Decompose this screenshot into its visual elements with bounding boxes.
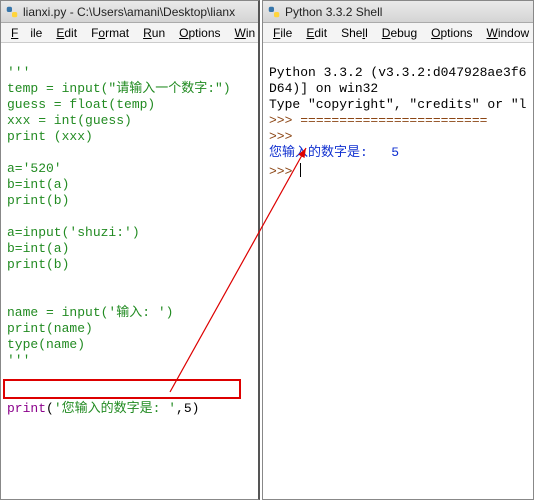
code-line: b=int(a) — [7, 177, 69, 192]
code-line: b=int(a) — [7, 241, 69, 256]
menu-shell[interactable]: Shell — [335, 26, 374, 40]
code-line: temp = input("请输入一个数字:") — [7, 81, 231, 96]
code-line: name = input('输入: ') — [7, 305, 173, 320]
text-cursor — [300, 163, 301, 177]
menu-edit[interactable]: Edit — [300, 26, 333, 40]
shell-prompt: >>> — [269, 113, 300, 128]
shell-window: Python 3.3.2 Shell File Edit Shell Debug… — [262, 0, 534, 500]
shell-divider: ======================== — [300, 113, 487, 128]
code-token-rest: ,5) — [176, 401, 199, 416]
editor-window: lianxi.py - C:\Users\amani\Desktop\lianx… — [0, 0, 260, 500]
shell-line: Type "copyright", "credits" or "l — [269, 97, 526, 112]
shell-titlebar[interactable]: Python 3.3.2 Shell — [263, 1, 533, 23]
code-line: print(name) — [7, 321, 93, 336]
highlight-box — [3, 379, 241, 399]
editor-code[interactable]: ''' temp = input("请输入一个数字:") guess = flo… — [1, 43, 258, 499]
shell-prompt: >>> — [269, 164, 300, 179]
shell-output-label: 您输入的数字是: — [269, 145, 376, 160]
code-line: xxx = int(guess) — [7, 113, 132, 128]
code-token-print: print — [7, 401, 46, 416]
menu-options[interactable]: Options — [425, 26, 478, 40]
menu-file[interactable]: File — [267, 26, 298, 40]
menu-window[interactable]: Window — [481, 26, 534, 40]
code-line: a='520' — [7, 161, 62, 176]
code-line: a=input('shuzi:') — [7, 225, 140, 240]
shell-line: Python 3.3.2 (v3.3.2:d047928ae3f6 — [269, 65, 526, 80]
shell-output[interactable]: Python 3.3.2 (v3.3.2:d047928ae3f6 D64)] … — [263, 43, 533, 499]
menu-edit[interactable]: Edit — [50, 26, 83, 40]
editor-menubar: File Edit Format Run Options Win — [1, 23, 258, 43]
code-line: print(b) — [7, 193, 69, 208]
shell-menubar: File Edit Shell Debug Options Window — [263, 23, 533, 43]
menu-run[interactable]: Run — [137, 26, 171, 40]
menu-format[interactable]: Format — [85, 26, 135, 40]
code-line: guess = float(temp) — [7, 97, 155, 112]
menu-file[interactable]: File — [5, 26, 48, 40]
code-token-paren: ( — [46, 401, 54, 416]
python-icon — [5, 5, 19, 19]
shell-line: D64)] on win32 — [269, 81, 378, 96]
code-line: ''' — [7, 65, 30, 80]
editor-titlebar[interactable]: lianxi.py - C:\Users\amani\Desktop\lianx — [1, 1, 258, 23]
menu-window[interactable]: Win — [229, 26, 262, 40]
code-line: print(b) — [7, 257, 69, 272]
python-icon — [267, 5, 281, 19]
shell-title-text: Python 3.3.2 Shell — [285, 5, 382, 19]
code-line: ''' — [7, 353, 30, 368]
menu-debug[interactable]: Debug — [376, 26, 423, 40]
editor-title-text: lianxi.py - C:\Users\amani\Desktop\lianx — [23, 5, 235, 19]
code-line: type(name) — [7, 337, 85, 352]
shell-output-value: 5 — [391, 145, 399, 160]
code-line: print (xxx) — [7, 129, 93, 144]
shell-prompt: >>> — [269, 129, 300, 144]
code-token-string: '您输入的数字是: ' — [54, 401, 176, 416]
menu-options[interactable]: Options — [173, 26, 226, 40]
